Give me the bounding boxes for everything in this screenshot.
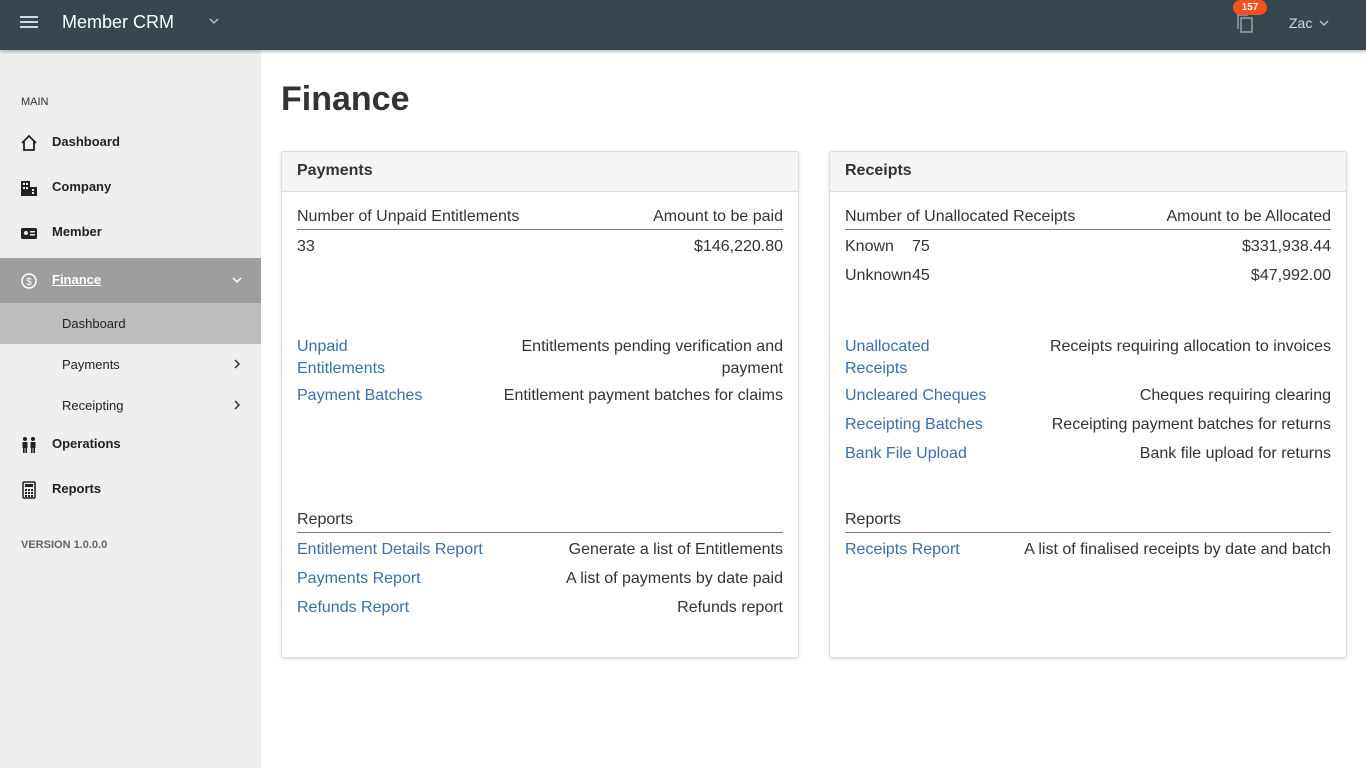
hamburger-menu-icon[interactable]	[20, 16, 38, 30]
receipts-report-link[interactable]: Receipts Report	[845, 541, 960, 559]
link-description: Entitlements pending verification and pa…	[522, 336, 784, 380]
sidebar-subitem-receipting[interactable]: Receipting	[0, 385, 261, 426]
unallocated-receipts-link[interactable]: Unallocated Receipts	[845, 336, 930, 380]
link-row: Unpaid Entitlements Entitlements pending…	[297, 336, 783, 380]
unpaid-count: 33	[297, 238, 315, 255]
chevron-down-icon[interactable]	[207, 14, 221, 28]
card-header: Receipts	[830, 152, 1346, 192]
card-title: Receipts	[845, 162, 912, 179]
link-text[interactable]: Receipts	[845, 360, 907, 377]
sidebar-item-label: Member	[52, 224, 102, 239]
bank-file-upload-link[interactable]: Bank File Upload	[845, 445, 967, 463]
link-description: Bank file upload for returns	[1139, 445, 1331, 462]
sidebar-subitem-label: Dashboard	[62, 316, 126, 331]
top-bar: Member CRM 157 Zac	[0, 0, 1366, 50]
reports-header-row: Reports	[297, 511, 783, 533]
link-description: Cheques requiring clearing	[1139, 387, 1331, 404]
entitlement-details-report-link[interactable]: Entitlement Details Report	[297, 541, 483, 559]
sidebar-subitem-label: Payments	[62, 357, 120, 372]
sidebar-item-label: Reports	[52, 481, 102, 496]
unknown-amount: $47,992.00	[1250, 267, 1331, 284]
dollar-circle-icon: $	[21, 273, 37, 289]
sidebar-item-reports[interactable]: Reports	[0, 467, 261, 512]
svg-text:$: $	[26, 277, 32, 288]
sidebar-subitem-label: Receipting	[62, 398, 124, 413]
notifications-icon[interactable]	[1236, 14, 1254, 34]
id-card-icon	[21, 228, 37, 239]
refunds-report-link[interactable]: Refunds Report	[297, 599, 409, 617]
link-description: Receipting payment batches for returns	[1051, 416, 1331, 433]
unknown-count: 45	[912, 267, 930, 284]
card-title: Payments	[297, 162, 373, 179]
sidebar-item-label: Finance	[52, 272, 102, 287]
uncleared-cheques-link[interactable]: Uncleared Cheques	[845, 387, 986, 405]
sidebar-subitem-payments[interactable]: Payments	[0, 344, 261, 385]
sidebar: MAIN Dashboard Company Member $ Finance	[0, 50, 261, 768]
receipts-card: Receipts Number of Unallocated Receipts …	[829, 151, 1347, 658]
link-row: Unallocated Receipts Receipts requiring …	[845, 336, 1331, 380]
app-title[interactable]: Member CRM	[62, 12, 174, 33]
reports-header: Reports	[845, 511, 902, 528]
column-header: Number of Unallocated Receipts	[845, 208, 1076, 225]
building-icon	[21, 181, 37, 196]
summary-header-row: Number of Unpaid Entitlements Amount to …	[297, 208, 783, 230]
people-icon	[22, 437, 36, 453]
sidebar-item-operations[interactable]: Operations	[0, 422, 261, 467]
home-icon	[21, 134, 37, 151]
report-description: A list of payments by date paid	[565, 570, 783, 587]
notification-count-badge[interactable]: 157	[1233, 0, 1267, 15]
known-amount: $331,938.44	[1242, 238, 1331, 255]
sidebar-item-dashboard[interactable]: Dashboard	[0, 120, 261, 165]
link-text[interactable]: Entitlements	[297, 360, 385, 377]
sidebar-section-label: MAIN	[21, 96, 49, 108]
sidebar-item-finance[interactable]: $ Finance	[0, 258, 261, 303]
card-header: Payments	[282, 152, 798, 192]
version-label: VERSION 1.0.0.0	[21, 539, 108, 551]
user-menu[interactable]: Zac	[1289, 15, 1312, 31]
summary-header-row: Number of Unallocated Receipts Amount to…	[845, 208, 1331, 230]
calculator-icon	[22, 481, 36, 499]
link-description: Entitlement payment batches for claims	[503, 387, 783, 404]
column-header: Number of Unpaid Entitlements	[297, 208, 520, 225]
receipting-batches-link[interactable]: Receipting Batches	[845, 416, 983, 434]
description-text: Entitlements pending verification and	[521, 338, 784, 355]
sidebar-item-label: Company	[52, 179, 112, 194]
sidebar-item-label: Dashboard	[52, 134, 120, 149]
report-description: Generate a list of Entitlements	[568, 541, 783, 558]
unknown-label: Unknown	[845, 267, 912, 284]
reports-header-row: Reports	[845, 511, 1331, 533]
link-text[interactable]: Unallocated	[845, 338, 930, 355]
sidebar-item-company[interactable]: Company	[0, 165, 261, 210]
unpaid-entitlements-link[interactable]: Unpaid Entitlements	[297, 336, 385, 380]
link-text[interactable]: Unpaid	[297, 338, 348, 355]
column-header: Amount to be paid	[653, 208, 783, 225]
chevron-down-icon[interactable]	[231, 274, 243, 286]
column-header: Amount to be Allocated	[1166, 208, 1331, 225]
chevron-right-icon	[234, 359, 241, 369]
chevron-right-icon	[234, 400, 241, 410]
payments-report-link[interactable]: Payments Report	[297, 570, 421, 588]
reports-header: Reports	[297, 511, 354, 528]
sidebar-item-member[interactable]: Member	[0, 210, 261, 255]
sidebar-subitem-finance-dashboard[interactable]: Dashboard	[0, 303, 261, 344]
known-count: 75	[912, 238, 930, 255]
chevron-down-icon[interactable]	[1318, 17, 1330, 29]
description-text: payment	[721, 360, 783, 377]
sidebar-item-label: Operations	[52, 436, 121, 451]
link-description: Receipts requiring allocation to invoice…	[1049, 338, 1331, 355]
known-label: Known	[845, 238, 894, 255]
report-description: A list of finalised receipts by date and…	[1024, 541, 1331, 558]
payment-batches-link[interactable]: Payment Batches	[297, 387, 422, 405]
unpaid-amount: $146,220.80	[694, 238, 783, 255]
page-title: Finance	[281, 80, 410, 118]
payments-card: Payments Number of Unpaid Entitlements A…	[281, 151, 799, 658]
report-description: Refunds report	[677, 599, 783, 616]
